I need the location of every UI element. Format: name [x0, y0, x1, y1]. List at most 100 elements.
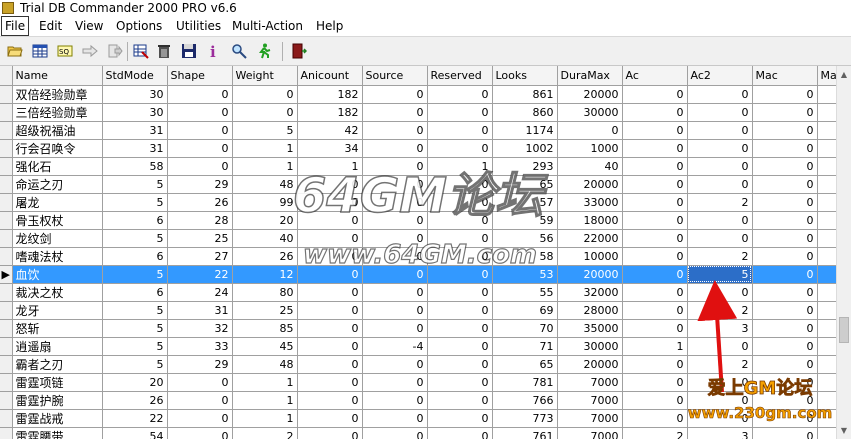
cell-name[interactable]: 雷霆项链: [12, 373, 103, 392]
cell-ac2[interactable]: 0: [687, 373, 753, 392]
cell-weight[interactable]: 45: [232, 337, 298, 356]
cell-source[interactable]: 0: [362, 157, 428, 176]
cell-weight[interactable]: 2: [232, 427, 298, 439]
cell-weight[interactable]: 1: [232, 391, 298, 410]
cell-name[interactable]: 雷霆腰带: [12, 427, 103, 439]
cell-source[interactable]: 0: [362, 211, 428, 230]
table-row[interactable]: ▶ 血饮 5 22 12 0 0 0 53 20000 0 5 0: [0, 265, 836, 284]
cell-weight[interactable]: 20: [232, 211, 298, 230]
cell-shape[interactable]: 0: [167, 391, 233, 410]
cell-ma[interactable]: [817, 193, 836, 212]
cell-shape[interactable]: 0: [167, 103, 233, 122]
cell-weight[interactable]: 25: [232, 301, 298, 320]
cell-looks[interactable]: 71: [492, 337, 558, 356]
cell-mac[interactable]: 0: [752, 283, 818, 302]
cell-ma[interactable]: [817, 319, 836, 338]
cell-source[interactable]: 0: [362, 175, 428, 194]
cell-name[interactable]: 怒斩: [12, 319, 103, 338]
cell-weight[interactable]: 85: [232, 319, 298, 338]
cell-mac[interactable]: 0: [752, 409, 818, 428]
cell-weight[interactable]: 80: [232, 283, 298, 302]
cell-source[interactable]: 0: [362, 355, 428, 374]
cell-ac2[interactable]: 3: [687, 319, 753, 338]
cell-reserved[interactable]: 0: [427, 373, 493, 392]
row-indicator[interactable]: [0, 409, 13, 428]
cell-stdmode[interactable]: 5: [102, 319, 168, 338]
cell-ac[interactable]: 0: [622, 139, 688, 158]
table-row[interactable]: 超级祝福油 31 0 5 42 0 0 1174 0 0 0 0: [0, 121, 836, 140]
cell-ma[interactable]: [817, 391, 836, 410]
cell-weight[interactable]: 0: [232, 103, 298, 122]
cell-weight[interactable]: 40: [232, 229, 298, 248]
cell-reserved[interactable]: 0: [427, 193, 493, 212]
cell-mac[interactable]: 0: [752, 319, 818, 338]
cell-source[interactable]: 0: [362, 409, 428, 428]
table-row[interactable]: 骨玉权杖 6 28 20 0 0 0 59 18000 0 0 0: [0, 211, 836, 230]
cell-duramax[interactable]: 33000: [557, 193, 623, 212]
cell-anicount[interactable]: 0: [297, 391, 363, 410]
column-header-mac[interactable]: Mac: [752, 66, 818, 86]
cell-duramax[interactable]: 7000: [557, 391, 623, 410]
cell-stdmode[interactable]: 5: [102, 193, 168, 212]
cell-anicount[interactable]: 0: [297, 247, 363, 266]
current-row-indicator-icon[interactable]: ▶: [0, 265, 13, 284]
cell-reserved[interactable]: 1: [427, 157, 493, 176]
cell-shape[interactable]: 0: [167, 121, 233, 140]
cell-weight[interactable]: 1: [232, 139, 298, 158]
cell-anicount[interactable]: 0: [297, 193, 363, 212]
cell-name[interactable]: 逍遥扇: [12, 337, 103, 356]
cell-stdmode[interactable]: 26: [102, 391, 168, 410]
cell-ma[interactable]: [817, 337, 836, 356]
cell-stdmode[interactable]: 54: [102, 427, 168, 439]
cell-duramax[interactable]: 22000: [557, 229, 623, 248]
cell-looks[interactable]: 861: [492, 85, 558, 104]
cell-weight[interactable]: 26: [232, 247, 298, 266]
cell-ac2[interactable]: 0: [687, 121, 753, 140]
table-row[interactable]: 三倍经验勋章 30 0 0 182 0 0 860 30000 0 0 0: [0, 103, 836, 122]
column-header-ma[interactable]: Ma: [817, 66, 836, 86]
cell-ac[interactable]: 0: [622, 283, 688, 302]
row-indicator[interactable]: [0, 283, 13, 302]
cell-stdmode[interactable]: 30: [102, 103, 168, 122]
row-indicator[interactable]: [0, 319, 13, 338]
cell-weight[interactable]: 1: [232, 157, 298, 176]
cell-stdmode[interactable]: 31: [102, 121, 168, 140]
cell-ac[interactable]: 0: [622, 373, 688, 392]
cell-ac[interactable]: 0: [622, 229, 688, 248]
cell-anicount[interactable]: 0: [297, 373, 363, 392]
cell-name[interactable]: 嗜魂法杖: [12, 247, 103, 266]
row-indicator[interactable]: [0, 175, 13, 194]
cell-name[interactable]: 龙纹剑: [12, 229, 103, 248]
cell-ac[interactable]: 0: [622, 85, 688, 104]
cell-stdmode[interactable]: 5: [102, 229, 168, 248]
row-indicator[interactable]: [0, 373, 13, 392]
cell-reserved[interactable]: 0: [427, 319, 493, 338]
cell-duramax[interactable]: 32000: [557, 283, 623, 302]
column-header-anicount[interactable]: Anicount: [297, 66, 363, 86]
cell-name[interactable]: 血饮: [12, 265, 103, 284]
row-indicator[interactable]: [0, 193, 13, 212]
cell-reserved[interactable]: 0: [427, 265, 493, 284]
cell-ma[interactable]: [817, 157, 836, 176]
cell-reserved[interactable]: 0: [427, 301, 493, 320]
run-icon[interactable]: [256, 43, 272, 59]
cell-looks[interactable]: 58: [492, 247, 558, 266]
cell-ma[interactable]: [817, 121, 836, 140]
cell-source[interactable]: 0: [362, 283, 428, 302]
cell-ma[interactable]: [817, 229, 836, 248]
cell-ac[interactable]: 0: [622, 211, 688, 230]
column-header-reserved[interactable]: Reserved: [427, 66, 493, 86]
cell-mac[interactable]: 0: [752, 157, 818, 176]
cell-stdmode[interactable]: 6: [102, 247, 168, 266]
cell-ac[interactable]: 0: [622, 409, 688, 428]
exit-icon[interactable]: [291, 43, 307, 59]
cell-ac[interactable]: 0: [622, 175, 688, 194]
vertical-scrollbar[interactable]: ▲ ▼: [836, 66, 851, 439]
cell-ac2[interactable]: 0: [687, 157, 753, 176]
cell-duramax[interactable]: 0: [557, 121, 623, 140]
cell-weight[interactable]: 48: [232, 175, 298, 194]
menu-file[interactable]: File: [1, 16, 30, 36]
row-indicator[interactable]: [0, 103, 13, 122]
cell-ma[interactable]: [817, 175, 836, 194]
cell-ac2[interactable]: 3: [687, 427, 753, 439]
